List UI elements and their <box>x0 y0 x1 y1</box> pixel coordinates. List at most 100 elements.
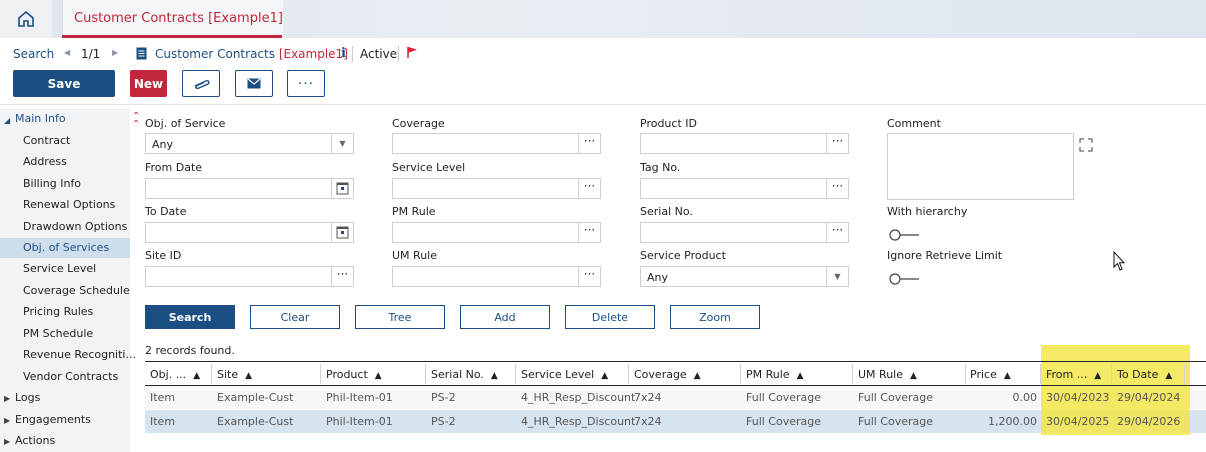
sort-arrow-icon: ▲ <box>909 371 917 381</box>
envelope-icon <box>247 78 261 89</box>
email-button[interactable] <box>235 70 273 97</box>
sidebar-item-contract[interactable]: Contract <box>23 134 70 147</box>
column-header-um-rule[interactable]: UM Rule ▲ <box>858 368 917 381</box>
sidebar-item-drawdown-options[interactable]: Drawdown Options <box>23 220 127 233</box>
um-rule-input[interactable]: ··· <box>392 266 601 287</box>
to-date-input[interactable] <box>145 222 354 243</box>
from-date-input[interactable] <box>145 178 354 199</box>
expand-arrow-icon[interactable]: ◢ <box>4 116 10 125</box>
add-button[interactable]: Add <box>460 305 550 329</box>
sidebar-group-logs[interactable]: Logs <box>15 391 40 404</box>
sidebar-item-pm-schedule[interactable]: PM Schedule <box>23 327 93 340</box>
home-button[interactable] <box>0 0 52 38</box>
lookup-icon[interactable]: ··· <box>578 267 600 286</box>
lookup-icon[interactable]: ··· <box>578 223 600 242</box>
collapsed-arrow-icon[interactable]: ▶ <box>4 416 10 425</box>
zoom-button[interactable]: Zoom <box>670 305 760 329</box>
cell-coverage: 7x24 <box>634 415 662 428</box>
sidebar-group-actions[interactable]: Actions <box>15 434 55 447</box>
column-header-text: PM Rule <box>746 368 790 381</box>
clear-button[interactable]: Clear <box>250 305 340 329</box>
sidebar-item-pricing-rules[interactable]: Pricing Rules <box>23 305 93 318</box>
obj-of-service-label: Obj. of Service <box>145 117 226 130</box>
sort-arrow-icon: ▲ <box>193 371 201 381</box>
prev-record-icon[interactable]: ◀ <box>64 48 70 57</box>
column-header-text: Obj. ... <box>150 368 187 381</box>
coverage-input[interactable]: ··· <box>392 133 601 154</box>
column-header-to-date[interactable]: To Date ▲ <box>1117 368 1172 381</box>
collapsed-arrow-icon[interactable]: ▶ <box>4 394 10 403</box>
ignore-retrieve-limit-toggle[interactable] <box>889 273 919 285</box>
tree-button[interactable]: Tree <box>355 305 445 329</box>
obj-of-service-select[interactable]: Any ▼ <box>145 133 354 154</box>
tag-no-input[interactable]: ··· <box>640 178 849 199</box>
attach-button[interactable] <box>182 70 220 97</box>
sidebar-group-engagements[interactable]: Engagements <box>15 413 91 426</box>
sidebar-item-obj-of-services[interactable]: Obj. of Services <box>23 241 109 254</box>
comment-label: Comment <box>887 117 941 130</box>
cell-serial-no: PS-2 <box>431 415 456 428</box>
column-header-text: Service Level <box>521 368 595 381</box>
sort-arrow-icon: ▲ <box>1094 371 1102 381</box>
sidebar-item-renewal-options[interactable]: Renewal Options <box>23 198 115 211</box>
sidebar-item-coverage-schedule[interactable]: Coverage Schedule <box>23 284 130 297</box>
site-id-input[interactable]: ··· <box>145 266 354 287</box>
column-separator <box>965 364 966 384</box>
product-id-input[interactable]: ··· <box>640 133 849 154</box>
cell-from-date: 30/04/2023 <box>1046 391 1110 404</box>
sidebar-item-vendor-contracts[interactable]: Vendor Contracts <box>23 370 118 383</box>
pager-text: 1/1 <box>81 47 101 61</box>
sidebar-item-revenue-recognition[interactable]: Revenue Recogniti... <box>23 348 136 361</box>
delete-button[interactable]: Delete <box>565 305 655 329</box>
column-header-site[interactable]: Site ▲ <box>217 368 252 381</box>
next-record-icon[interactable]: ▶ <box>112 48 118 57</box>
sidebar-group-main-info[interactable]: Main Info <box>15 112 66 125</box>
lookup-icon[interactable]: ··· <box>826 179 848 198</box>
column-header-from-date[interactable]: From ... ▲ <box>1046 368 1101 381</box>
info-icon[interactable]: i <box>341 46 346 61</box>
column-header-obj[interactable]: Obj. ... ▲ <box>150 368 200 381</box>
save-button[interactable]: Save <box>13 70 115 97</box>
table-top-border <box>145 361 1206 362</box>
collapsed-arrow-icon[interactable]: ▶ <box>4 437 10 446</box>
serial-no-label: Serial No. <box>640 205 693 218</box>
calendar-icon[interactable] <box>331 223 353 242</box>
service-level-input[interactable]: ··· <box>392 178 601 199</box>
serial-no-input[interactable]: ··· <box>640 222 849 243</box>
service-product-select[interactable]: Any ▼ <box>640 266 849 287</box>
column-header-serial-no[interactable]: Serial No. ▲ <box>431 368 498 381</box>
column-header-text: To Date <box>1117 368 1159 381</box>
breadcrumb-search-link[interactable]: Search <box>13 47 54 61</box>
column-header-price[interactable]: Price ▲ <box>970 368 1011 381</box>
search-button[interactable]: Search <box>145 305 235 329</box>
column-header-pm-rule[interactable]: PM Rule ▲ <box>746 368 804 381</box>
records-found-text: 2 records found. <box>145 344 235 357</box>
column-header-text: From ... <box>1046 368 1088 381</box>
expand-icon[interactable] <box>1079 138 1093 152</box>
lookup-icon[interactable]: ··· <box>331 267 353 286</box>
lookup-icon[interactable]: ··· <box>578 179 600 198</box>
sidebar-item-address[interactable]: Address <box>23 155 67 168</box>
cell-serial-no: PS-2 <box>431 391 456 404</box>
coverage-label: Coverage <box>392 117 445 130</box>
lookup-icon[interactable]: ··· <box>578 134 600 153</box>
more-options-button[interactable]: ··· <box>287 70 325 97</box>
column-header-service-level[interactable]: Service Level ▲ <box>521 368 608 381</box>
comment-textarea[interactable] <box>887 133 1074 200</box>
lookup-icon[interactable]: ··· <box>826 134 848 153</box>
column-header-coverage[interactable]: Coverage ▲ <box>634 368 701 381</box>
flag-icon[interactable] <box>406 46 418 59</box>
new-button[interactable]: New <box>130 70 167 97</box>
separator <box>352 46 353 62</box>
lookup-icon[interactable]: ··· <box>826 223 848 242</box>
calendar-icon[interactable] <box>331 179 353 198</box>
with-hierarchy-toggle[interactable] <box>889 229 919 241</box>
collapse-criteria-icon[interactable]: ⌃ ⌃ <box>132 112 140 130</box>
sidebar-item-service-level[interactable]: Service Level <box>23 262 96 275</box>
column-separator <box>211 364 212 384</box>
tab-customer-contracts[interactable]: Customer Contracts [Example1] <box>62 0 283 38</box>
sidebar-item-billing-info[interactable]: Billing Info <box>23 177 81 190</box>
pm-rule-input[interactable]: ··· <box>392 222 601 243</box>
tab-title: Customer Contracts [Example1] <box>74 11 283 26</box>
column-header-product[interactable]: Product ▲ <box>326 368 382 381</box>
